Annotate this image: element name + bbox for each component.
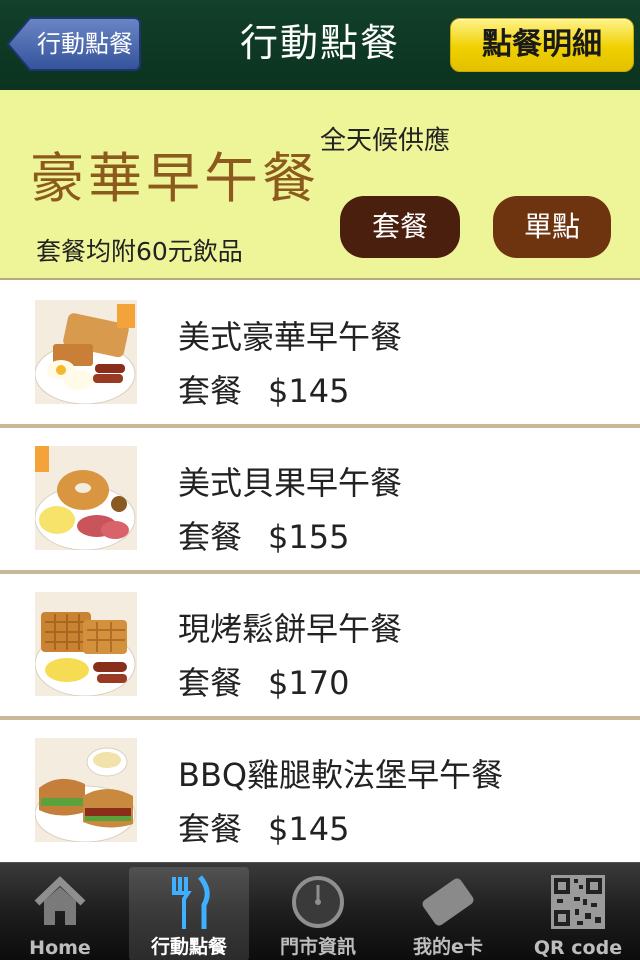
tab-home-label: Home bbox=[29, 937, 91, 959]
tab-home[interactable]: Home bbox=[0, 867, 120, 960]
tab-mobile-order-label: 行動點餐 bbox=[150, 936, 227, 958]
card-icon bbox=[422, 878, 474, 926]
back-button[interactable]: 行動點餐 bbox=[6, 16, 142, 72]
tab-qr-code-label: QR code bbox=[533, 937, 623, 959]
menu-item[interactable]: 美式貝果早午餐 套餐 $155 bbox=[0, 428, 640, 574]
clock-icon bbox=[292, 876, 344, 928]
nav-header: 行動點餐 行動點餐 點餐明細 bbox=[0, 0, 640, 90]
tab-store-info-label: 門市資訊 bbox=[279, 936, 356, 958]
drink-note: 套餐均附60元飲品 bbox=[36, 237, 243, 266]
tab-store-info[interactable]: 門市資訊 bbox=[258, 867, 378, 960]
menu-item-price-row: 套餐 $155 bbox=[178, 512, 349, 558]
single-item-button[interactable]: 單點 bbox=[493, 196, 611, 258]
menu-item-name: BBQ雞腿軟法堡早午餐 bbox=[178, 756, 504, 794]
menu-item-photo bbox=[35, 300, 137, 404]
order-detail-button[interactable]: 點餐明細 bbox=[450, 18, 634, 72]
menu-item-name: 美式貝果早午餐 bbox=[178, 464, 403, 502]
menu-item-name: 現烤鬆餅早午餐 bbox=[178, 610, 403, 648]
menu-item-photo bbox=[35, 738, 137, 842]
menu-item-price-row: 套餐 $145 bbox=[178, 366, 349, 412]
page-title: 行動點餐 bbox=[239, 21, 400, 65]
set-meal-button[interactable]: 套餐 bbox=[340, 196, 460, 258]
menu-item-photo bbox=[35, 592, 137, 696]
menu-item-price: $170 bbox=[268, 664, 350, 702]
tab-my-ecard[interactable]: 我的e卡 bbox=[388, 867, 508, 960]
qr-code-icon bbox=[551, 875, 605, 929]
tab-bar: Home 行動點餐 門市資訊 我的e卡 QR code bbox=[0, 862, 640, 960]
house-icon bbox=[34, 876, 86, 925]
menu-item-type: 套餐 bbox=[178, 372, 243, 410]
menu-item-price: $145 bbox=[268, 372, 350, 410]
menu-item-type: 套餐 bbox=[178, 518, 243, 556]
menu-item[interactable]: 現烤鬆餅早午餐 套餐 $170 bbox=[0, 574, 640, 720]
menu-item-price-row: 套餐 $170 bbox=[178, 658, 349, 704]
menu-list: 美式豪華早午餐 套餐 $145 美式貝果早午餐 套餐 $155 現烤鬆餅早午餐 … bbox=[0, 282, 640, 866]
menu-item-name: 美式豪華早午餐 bbox=[178, 318, 403, 356]
menu-item-price: $145 bbox=[268, 810, 350, 848]
tab-my-ecard-label: 我的e卡 bbox=[413, 936, 483, 958]
category-banner: 豪華早午餐 全天候供應 套餐均附60元飲品 套餐 單點 bbox=[0, 90, 640, 280]
tab-qr-code[interactable]: QR code bbox=[518, 867, 638, 960]
tab-mobile-order[interactable]: 行動點餐 bbox=[129, 867, 249, 960]
menu-item-price: $155 bbox=[268, 518, 350, 556]
fork-knife-icon bbox=[172, 875, 210, 929]
availability-text: 全天候供應 bbox=[320, 126, 451, 156]
category-title: 豪華早午餐 bbox=[30, 147, 320, 210]
menu-item-price-row: 套餐 $145 bbox=[178, 804, 349, 850]
menu-item[interactable]: BBQ雞腿軟法堡早午餐 套餐 $145 bbox=[0, 720, 640, 866]
menu-item-type: 套餐 bbox=[178, 810, 243, 848]
menu-item-photo bbox=[35, 446, 137, 550]
menu-item[interactable]: 美式豪華早午餐 套餐 $145 bbox=[0, 282, 640, 428]
menu-item-type: 套餐 bbox=[178, 664, 243, 702]
back-button-label: 行動點餐 bbox=[37, 30, 133, 58]
